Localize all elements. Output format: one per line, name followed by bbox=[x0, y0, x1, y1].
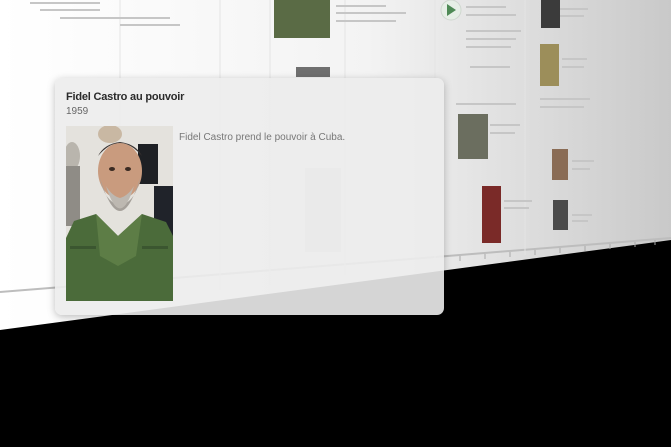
timeline-thumb bbox=[296, 67, 330, 77]
timeline-thumb bbox=[274, 0, 330, 38]
event-year: 1959 bbox=[66, 106, 89, 117]
event-title: Fidel Castro au pouvoir bbox=[66, 91, 185, 103]
timeline-thumb bbox=[482, 186, 501, 243]
event-card[interactable]: Fidel Castro au pouvoir 1959 Fidel Castr bbox=[55, 78, 444, 315]
timeline-thumb bbox=[541, 0, 560, 28]
timeline-thumb bbox=[458, 114, 488, 159]
timeline-thumb bbox=[553, 200, 568, 230]
event-photo bbox=[66, 126, 173, 301]
timeline-thumb bbox=[552, 149, 568, 180]
timeline-thumb bbox=[540, 44, 559, 86]
event-description: Fidel Castro prend le pouvoir à Cuba. bbox=[179, 132, 346, 143]
